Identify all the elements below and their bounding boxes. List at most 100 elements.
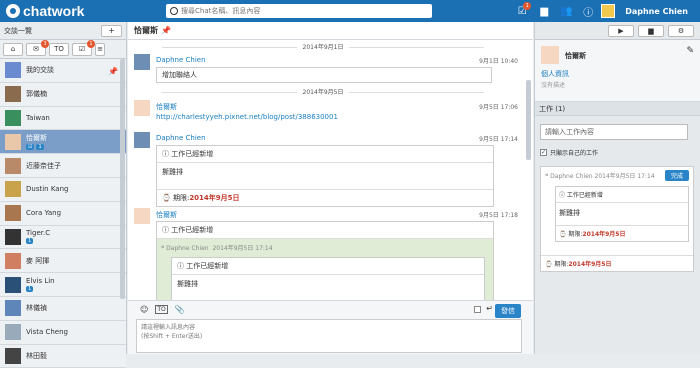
profile-card: 恰爾斯 ✎ 個人資訊 沒有描述 — [535, 40, 700, 102]
message[interactable]: 恰爾斯 9月5日 17:06 http://charlestyyeh.pixne… — [134, 100, 518, 130]
search-icon — [170, 7, 178, 15]
chat-bubble-icon[interactable]: ✉ 3 — [26, 39, 49, 56]
room-item[interactable]: 郭儀楠 — [0, 82, 126, 107]
quoted-task-body: 撕雞排 — [177, 280, 198, 288]
top-bar: chatwork ☑1 ▆ 👥 ⓘ Daphne Chien — [0, 0, 700, 22]
avatar — [134, 208, 150, 224]
to-icon[interactable]: TO — [155, 305, 168, 314]
sidebar-header: 交談一覽 + — [0, 22, 126, 40]
room-item[interactable]: 近藤奈佳子 — [0, 154, 126, 178]
room-item[interactable]: 林田毅 — [0, 344, 126, 368]
room-item[interactable]: Tiger.C 1 — [0, 225, 126, 250]
task-item[interactable]: ❝ Daphne Chien 2014年9月5日 17:14 完成 ⓘ 工作已經… — [540, 166, 694, 272]
deadline-label: 期限: — [554, 261, 569, 268]
folder-icon[interactable]: ▆ — [638, 24, 664, 37]
emoji-icon[interactable]: ☺ — [140, 305, 148, 314]
info-icon: ⓘ — [559, 192, 567, 199]
enter-send-checkbox[interactable] — [474, 306, 481, 313]
message-text: 增加聯絡人 — [156, 67, 492, 83]
clock-icon: ⌚ — [559, 231, 569, 238]
room-name: Vista Cheng — [26, 328, 68, 337]
room-item[interactable]: Vista Cheng — [0, 320, 126, 345]
gear-icon[interactable]: ⚙ — [668, 24, 694, 37]
room-badge: ☑ — [26, 144, 35, 151]
date-divider: 2014年9月5日 — [128, 87, 518, 96]
task-input[interactable]: 請輸入工作內容 — [540, 124, 688, 140]
avatar — [5, 157, 21, 174]
room-name: 麥 阿揮 — [26, 256, 50, 265]
room-item[interactable]: Elvis Lin 1 — [0, 273, 126, 297]
room-item[interactable]: 恰爾斯 ☑ 1 — [0, 130, 126, 155]
username-menu[interactable]: Daphne Chien — [625, 7, 688, 16]
sender-name[interactable]: Daphne Chien — [156, 56, 206, 64]
room-name: 林田毅 — [26, 351, 47, 360]
contacts-icon[interactable]: 👥 — [555, 0, 577, 22]
search-input[interactable] — [181, 7, 421, 15]
search-box[interactable] — [166, 4, 432, 18]
avatar[interactable] — [599, 0, 617, 22]
quote-meta: ❝ Daphne Chien 2014年9月5日 17:14 — [161, 243, 489, 252]
room-item[interactable]: 麥 阿揮 — [0, 249, 126, 274]
message-textarea[interactable]: 請這裡輸入訊息內容 (按Shift + Enter送出) — [136, 319, 522, 353]
message[interactable]: Daphne Chien 9月1日 10:40 增加聯絡人 — [134, 54, 518, 83]
sender-name[interactable]: 恰爾斯 — [156, 210, 177, 220]
task-check-icon[interactable]: ☑ 1 — [511, 0, 533, 22]
info-icon[interactable]: ⓘ — [577, 0, 599, 22]
room-item[interactable]: 我的交談 📌 — [0, 59, 126, 83]
chatwork-logo[interactable]: chatwork — [6, 3, 84, 19]
avatar — [134, 100, 150, 116]
message-link[interactable]: http://charlestyyeh.pixnet.net/blog/post… — [156, 113, 338, 121]
message[interactable]: Daphne Chien 9月5日 17:14 ⓘ 工作已經新增 撕雞排 ⌚ 期… — [134, 132, 518, 220]
room-sidebar: 交談一覽 + ⌂ ✉ 3 TO ☑ 1 ≡ 我的交談 📌 郭儀楠 Taiwan 恰爾斯 ☑ 1 近… — [0, 22, 127, 368]
avatar — [5, 276, 21, 293]
task-section: 工作 (1) 請輸入工作內容 ✓ 只顯示自己的工作 ❝ Daphne Chien… — [535, 102, 700, 272]
room-item[interactable]: Cora Yang — [0, 201, 126, 226]
checkbox[interactable]: ✓ — [540, 149, 547, 156]
composer: ☺ TO 📎 ↵ 發信 請這裡輸入訊息內容 (按Shift + Enter送出) — [128, 300, 533, 354]
video-call-icon[interactable]: ▶ — [608, 24, 634, 37]
task-content-deadline: ⌚ 期限:2014年9月5日 — [556, 225, 688, 241]
room-item[interactable]: 林儀禎 — [0, 296, 126, 321]
sidebar-title: 交談一覽 — [4, 26, 32, 35]
room-name: Taiwan — [26, 113, 50, 122]
attach-icon[interactable]: 📎 — [175, 305, 185, 314]
enter-icon: ↵ — [486, 304, 493, 313]
message-scrollbar[interactable] — [526, 80, 531, 160]
room-item[interactable]: Dustin Kang — [0, 177, 126, 202]
timestamp: 9月5日 17:14 — [479, 136, 518, 143]
logo-text: chatwork — [23, 3, 85, 19]
complete-button[interactable]: 完成 — [664, 170, 689, 181]
timestamp: 9月1日 10:40 — [479, 58, 518, 65]
folder-icon[interactable]: ▆ — [533, 0, 555, 22]
home-icon[interactable]: ⌂ — [3, 42, 23, 56]
sidebar-scrollbar[interactable] — [120, 59, 125, 299]
room-name: 郭儀楠 — [26, 90, 47, 99]
task-content-header: ⓘ 工作已經新增 — [556, 187, 688, 203]
date-divider: 2014年9月1日 — [128, 42, 518, 51]
avatar — [5, 228, 21, 245]
sender-name[interactable]: 恰爾斯 — [156, 102, 177, 112]
add-chat-button[interactable]: + — [101, 24, 122, 37]
clock-icon: ⌚ — [162, 194, 173, 202]
info-icon: ⓘ — [177, 262, 187, 270]
to-icon[interactable]: TO — [49, 42, 69, 56]
unread-badge: 3 — [41, 39, 49, 48]
pin-icon[interactable]: 📌 — [161, 26, 171, 35]
task-header: ⓘ 工作已經新增 — [157, 146, 493, 163]
room-badge: 1 — [26, 286, 34, 293]
room-item[interactable]: Taiwan — [0, 106, 126, 131]
filter-row: ⌂ ✉ 3 TO ☑ 1 ≡ — [0, 39, 126, 59]
task-content-header-text: 工作已經新增 — [566, 192, 603, 199]
send-button[interactable]: 發信 — [495, 304, 521, 318]
edit-icon[interactable]: ✎ — [686, 46, 694, 56]
profile-link[interactable]: 個人資訊 — [541, 69, 569, 79]
list-view-icon[interactable]: ≡ — [95, 42, 105, 56]
task-check-icon[interactable]: ☑ 1 — [72, 39, 95, 56]
avatar — [134, 54, 150, 70]
sender-name[interactable]: Daphne Chien — [156, 134, 206, 142]
quote-author: Daphne Chien — [166, 245, 209, 252]
only-mine-filter[interactable]: ✓ 只顯示自己的工作 — [535, 148, 700, 157]
task-content-body: 撕雞排 — [559, 209, 580, 217]
avatar — [5, 347, 21, 364]
pin-icon[interactable]: 📌 — [108, 67, 118, 76]
